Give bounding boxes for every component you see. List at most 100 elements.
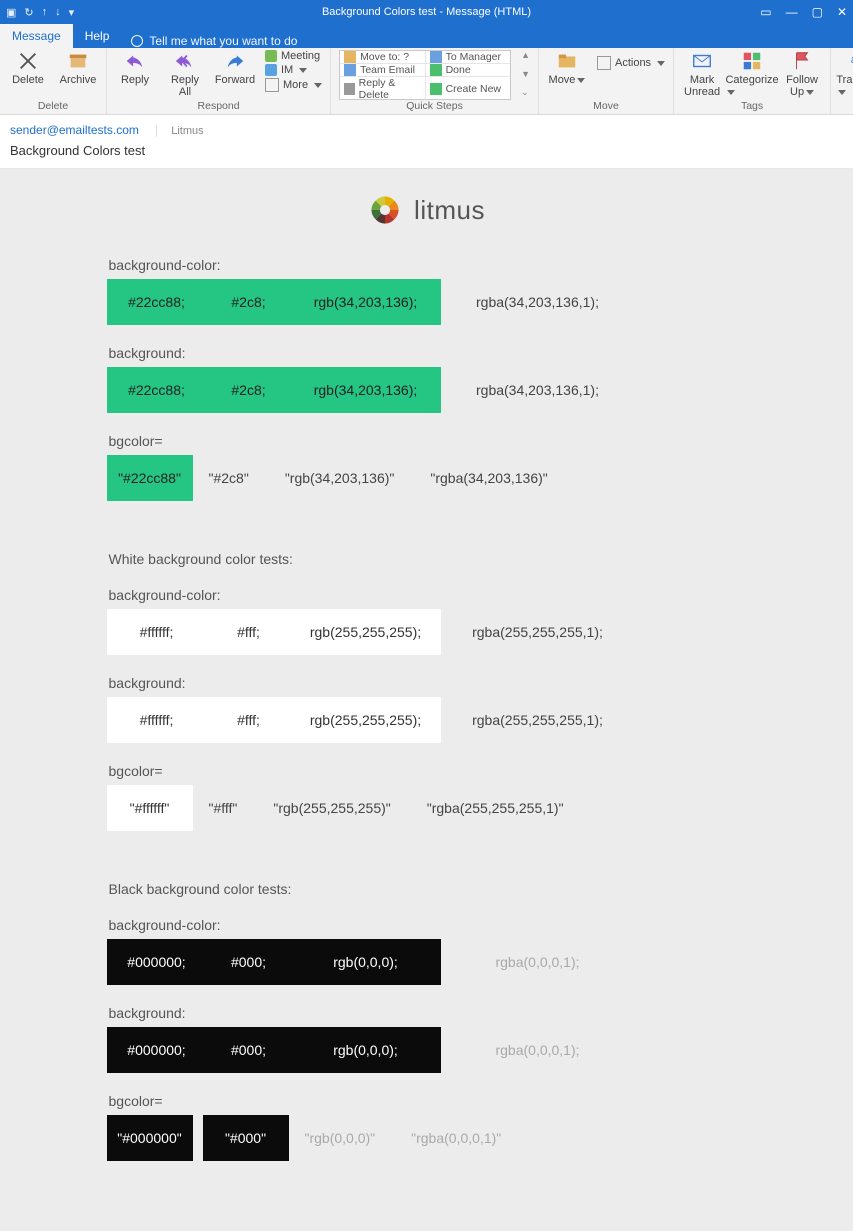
color-cell: #000; bbox=[207, 1027, 291, 1073]
bgcolor-cell-plain: "rgb(34,203,136)" bbox=[279, 455, 401, 501]
color-cell: #ffffff; bbox=[107, 697, 207, 743]
property-label: background: bbox=[109, 675, 747, 691]
translate-button[interactable]: aあ Translate bbox=[839, 50, 853, 98]
color-cell: #000000; bbox=[107, 939, 207, 985]
chevron-down-icon bbox=[657, 61, 665, 66]
window-minimize-icon[interactable]: — bbox=[786, 5, 798, 19]
window-maximize-icon[interactable]: ▢ bbox=[812, 5, 823, 19]
bgcolor-row: "#ffffff""#fff""rgb(255,255,255)""rgba(2… bbox=[107, 785, 747, 831]
color-cell: #22cc88; bbox=[107, 279, 207, 325]
tab-help[interactable]: Help bbox=[73, 24, 122, 48]
bgcolor-cell-plain: "rgba(255,255,255,1)" bbox=[421, 785, 570, 831]
qat-undo-icon[interactable]: ↻ bbox=[24, 6, 33, 19]
property-label: background: bbox=[109, 1005, 747, 1021]
qat-save-icon[interactable]: ▣ bbox=[6, 6, 16, 19]
message-subject: Background Colors test bbox=[10, 143, 843, 158]
delete-label: Delete bbox=[12, 74, 44, 86]
qs-team-email[interactable]: Team Email bbox=[340, 64, 426, 76]
bgcolor-cell-plain: "#fff" bbox=[203, 785, 244, 831]
property-label: bgcolor= bbox=[109, 763, 747, 779]
ribbon-display-icon[interactable]: ▭ bbox=[760, 5, 771, 19]
color-cell: #2c8; bbox=[207, 367, 291, 413]
color-cell: rgb(255,255,255); bbox=[291, 697, 441, 743]
qs-done[interactable]: Done bbox=[426, 64, 511, 76]
reply-button[interactable]: Reply bbox=[115, 50, 155, 86]
archive-button[interactable]: Archive bbox=[58, 50, 98, 86]
chevron-down-icon bbox=[727, 90, 735, 95]
color-cell: #000; bbox=[207, 939, 291, 985]
color-cell-outside: rgba(0,0,0,1); bbox=[463, 939, 613, 985]
lightbulb-icon bbox=[131, 35, 143, 47]
check-icon bbox=[430, 64, 442, 76]
property-label: background: bbox=[109, 345, 747, 361]
qs-scroll-down[interactable]: ▼ bbox=[521, 69, 530, 79]
folder-icon bbox=[344, 51, 356, 63]
sender-address[interactable]: sender@emailtests.com bbox=[10, 123, 139, 137]
chevron-down-icon bbox=[838, 90, 846, 95]
more-icon bbox=[265, 78, 279, 92]
bgcolor-cell-plain: "rgb(255,255,255)" bbox=[267, 785, 396, 831]
move-button[interactable]: Move bbox=[547, 50, 587, 86]
ribbon-tabs: Message Help Tell me what you want to do bbox=[0, 24, 853, 48]
section-title: Black background color tests: bbox=[109, 881, 747, 897]
qs-expand[interactable]: ⌄ bbox=[521, 87, 530, 98]
group-quick-steps: Move to: ? To Manager Team Email Done Re… bbox=[331, 48, 539, 114]
message-header: sender@emailtests.com Litmus Background … bbox=[0, 115, 853, 169]
im-button[interactable]: IM bbox=[265, 64, 322, 76]
property-label: background-color: bbox=[109, 257, 747, 273]
qs-scroll-up[interactable]: ▲ bbox=[521, 50, 530, 60]
window-title: Background Colors test - Message (HTML) bbox=[0, 6, 853, 18]
reply-all-icon bbox=[174, 50, 196, 72]
delete-button[interactable]: Delete bbox=[8, 50, 48, 86]
color-cell: #000000; bbox=[107, 1027, 207, 1073]
message-tag: Litmus bbox=[156, 125, 203, 137]
chevron-down-icon bbox=[299, 68, 307, 73]
qs-create-new[interactable]: Create New bbox=[426, 77, 511, 101]
categorize-button[interactable]: Categorize bbox=[732, 50, 772, 98]
new-icon bbox=[430, 83, 442, 95]
color-row: #22cc88;#2c8;rgb(34,203,136);rgba(34,203… bbox=[107, 367, 747, 413]
archive-label: Archive bbox=[60, 74, 97, 86]
window-titlebar: ▣ ↻ ↑ ↓ ▾ Background Colors test - Messa… bbox=[0, 0, 853, 24]
color-cell-outside: rgba(255,255,255,1); bbox=[463, 697, 613, 743]
color-cell: rgb(0,0,0); bbox=[291, 939, 441, 985]
group-respond: Reply Reply All Forward Meeting IM More … bbox=[107, 48, 331, 114]
qat-dropdown-icon[interactable]: ▾ bbox=[69, 6, 75, 19]
color-cell-outside: rgba(34,203,136,1); bbox=[463, 279, 613, 325]
actions-button[interactable]: Actions bbox=[597, 56, 665, 70]
chevron-down-icon bbox=[314, 83, 322, 88]
chevron-down-icon bbox=[577, 78, 585, 83]
tell-me-search[interactable]: Tell me what you want to do bbox=[131, 34, 297, 48]
mark-unread-button[interactable]: Mark Unread bbox=[682, 50, 722, 98]
group-move: Move Actions Move bbox=[539, 48, 674, 114]
categorize-icon bbox=[741, 50, 763, 72]
delete-icon bbox=[17, 50, 39, 72]
color-cell: rgb(34,203,136); bbox=[291, 279, 441, 325]
property-label: bgcolor= bbox=[109, 1093, 747, 1109]
window-close-icon[interactable]: ✕ bbox=[837, 5, 847, 19]
section-title: White background color tests: bbox=[109, 551, 747, 567]
qs-to-manager[interactable]: To Manager bbox=[426, 51, 511, 63]
reply-icon bbox=[124, 50, 146, 72]
color-cell: #fff; bbox=[207, 697, 291, 743]
quick-steps-gallery[interactable]: Move to: ? To Manager Team Email Done Re… bbox=[339, 50, 511, 100]
follow-up-button[interactable]: Follow Up bbox=[782, 50, 822, 98]
meeting-button[interactable]: Meeting bbox=[265, 50, 322, 62]
bgcolor-cell-plain: "rgba(0,0,0,1)" bbox=[405, 1115, 507, 1161]
color-row: #000000;#000;rgb(0,0,0); rgba(0,0,0,1); bbox=[107, 939, 747, 985]
group-delete: Delete Archive Delete bbox=[0, 48, 107, 114]
qat-up-icon[interactable]: ↑ bbox=[42, 6, 48, 18]
color-row: #ffffff;#fff;rgb(255,255,255); rgba(255,2… bbox=[107, 697, 747, 743]
mail-icon bbox=[344, 64, 356, 76]
actions-icon bbox=[597, 56, 611, 70]
forward-button[interactable]: Forward bbox=[215, 50, 255, 86]
color-cell-outside: rgba(0,0,0,1); bbox=[463, 1027, 613, 1073]
bgcolor-cell-plain: "#2c8" bbox=[203, 455, 255, 501]
tab-message[interactable]: Message bbox=[0, 24, 73, 48]
qs-move-to[interactable]: Move to: ? bbox=[340, 51, 426, 63]
qs-reply-delete[interactable]: Reply & Delete bbox=[340, 77, 426, 101]
reply-all-button[interactable]: Reply All bbox=[165, 50, 205, 98]
qat-down-icon[interactable]: ↓ bbox=[55, 6, 61, 18]
bgcolor-row: "#22cc88""#2c8""rgb(34,203,136)""rgba(34… bbox=[107, 455, 747, 501]
more-button[interactable]: More bbox=[265, 78, 322, 92]
